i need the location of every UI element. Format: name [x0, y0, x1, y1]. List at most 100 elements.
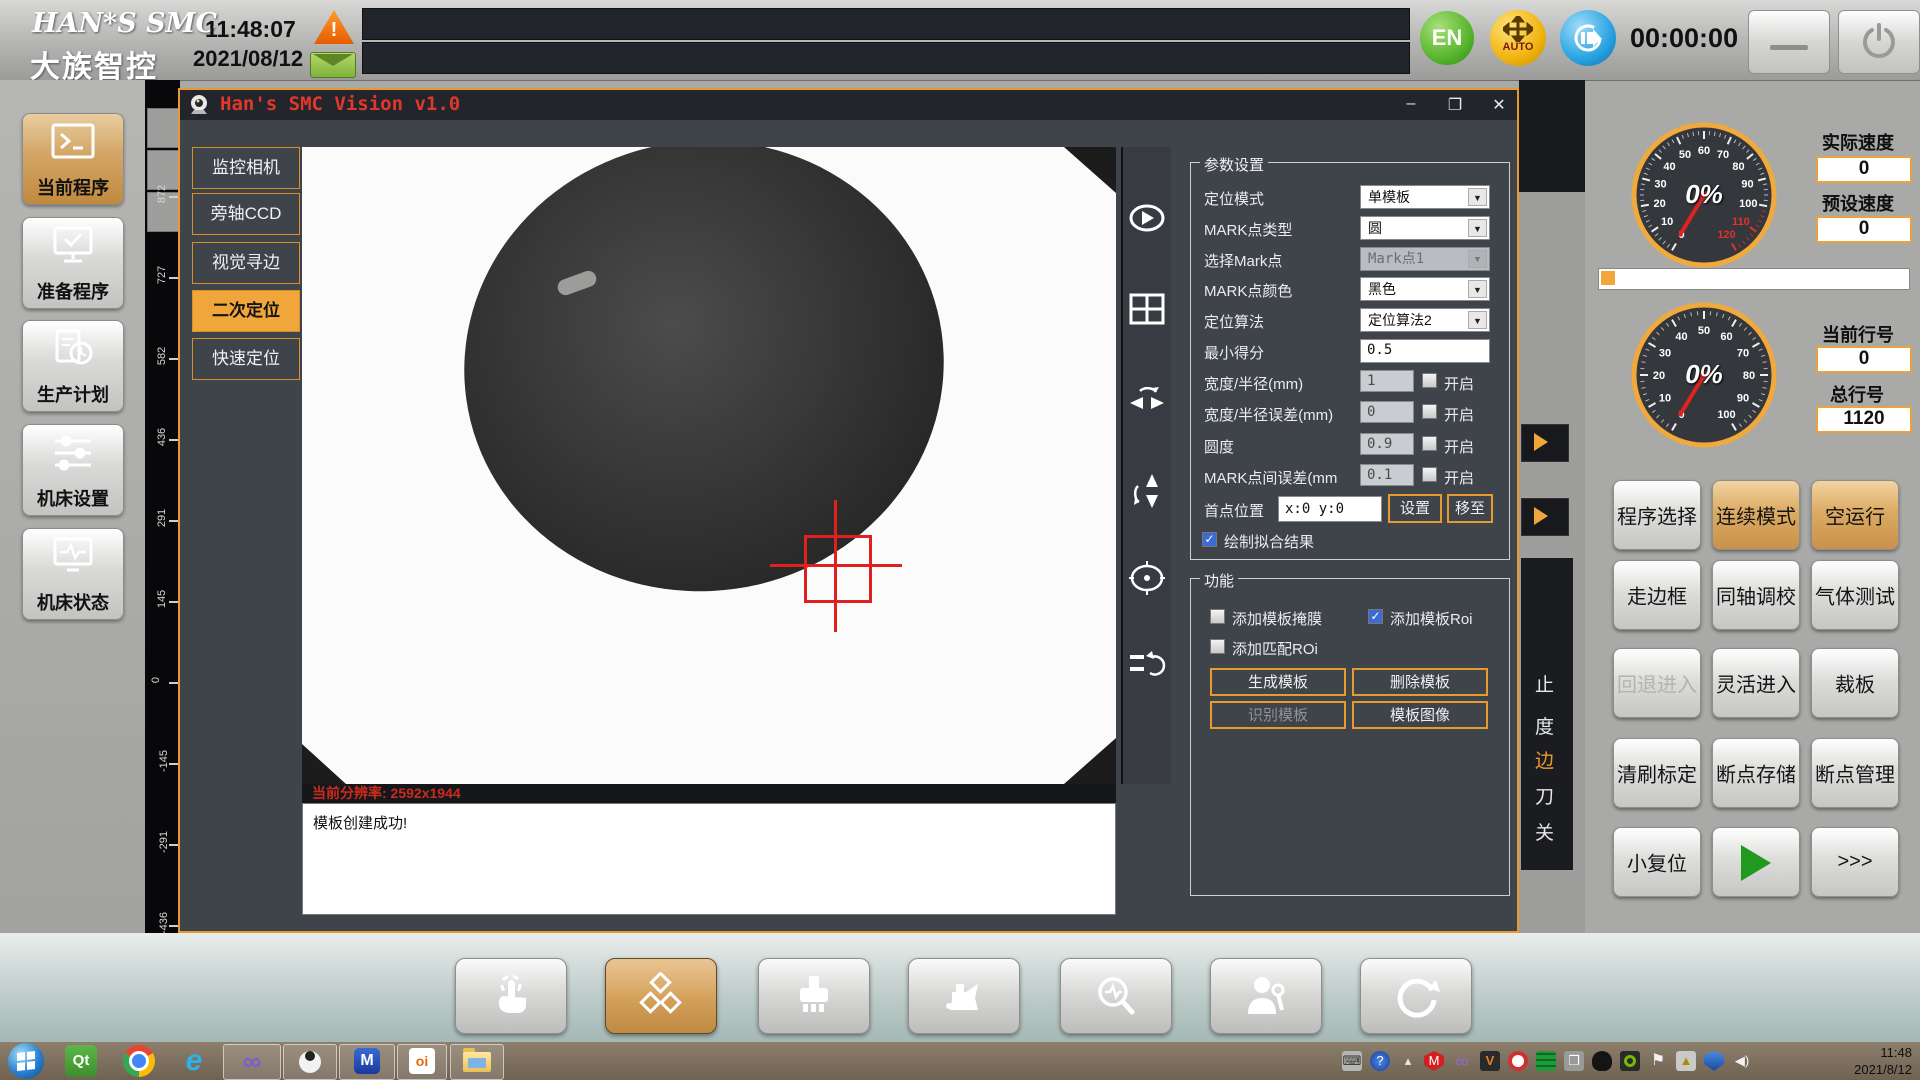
set-first-point-button[interactable]: 设置	[1388, 494, 1442, 523]
positioning-algorithm-dropdown[interactable]: 定位算法2 ▼	[1360, 308, 1490, 332]
blue-app-icon: M	[354, 1048, 380, 1074]
flip-horizontal-icon[interactable]	[1128, 379, 1166, 417]
delete-template-button[interactable]: 删除模板	[1352, 668, 1488, 696]
sidebar-item-production-plan[interactable]: 生产计划	[22, 320, 124, 412]
tray-antivirus-icon[interactable]: M	[1424, 1051, 1444, 1071]
tab-secondary-positioning[interactable]: 二次定位	[192, 290, 300, 332]
tray-network-grid-icon[interactable]	[1536, 1051, 1556, 1071]
tray-flag-icon[interactable]: ⚑	[1648, 1051, 1668, 1071]
start-button[interactable]	[8, 1043, 44, 1079]
breakpoint-manage-button[interactable]: 断点管理	[1811, 738, 1899, 808]
taskbar-app-blue[interactable]: M	[339, 1044, 395, 1080]
auto-mode-button[interactable]: AUTO	[1490, 10, 1546, 66]
tray-gpu-icon[interactable]	[1620, 1051, 1640, 1071]
tray-help-icon[interactable]: ?	[1370, 1051, 1390, 1071]
power-button[interactable]	[1838, 10, 1920, 74]
message-envelope-icon[interactable]	[310, 52, 356, 78]
dialog-title-bar[interactable]: Han's SMC Vision v1.0 – ❐ ✕	[180, 90, 1517, 120]
move-to-button[interactable]: 移至	[1447, 494, 1493, 523]
sidebar-item-prepare-program[interactable]: 准备程序	[22, 217, 124, 309]
taskbar-app-explorer[interactable]	[450, 1044, 504, 1080]
taskbar-app-webcam[interactable]	[283, 1044, 337, 1080]
flip-vertical-icon[interactable]	[1128, 472, 1166, 510]
tray-overflow-icon[interactable]: ▴	[1398, 1051, 1418, 1071]
small-reset-button[interactable]: 小复位	[1613, 827, 1701, 897]
windows-taskbar: Qt e ∞ M oi ⌨ ? ▴ M ∞ V ❒ ⚑ ▲ ◀) 11:48 2…	[0, 1042, 1920, 1080]
breakpoint-save-button[interactable]: 断点存储	[1712, 738, 1800, 808]
width-radius-enable-checkbox[interactable]	[1422, 373, 1437, 388]
camera-image-view[interactable]	[302, 147, 1116, 784]
tab-vision-edge-finding[interactable]: 视觉寻边	[192, 242, 300, 284]
tray-v-app-icon[interactable]: V	[1480, 1051, 1500, 1071]
add-template-mask-checkbox[interactable]	[1210, 609, 1225, 624]
sidebar-item-current-program[interactable]: 当前程序	[22, 113, 124, 205]
split-grid-icon[interactable]	[1128, 290, 1166, 328]
start-run-button[interactable]	[1712, 827, 1800, 897]
tray-keyboard-icon[interactable]: ⌨	[1342, 1051, 1362, 1071]
width-radius-error-enable-checkbox[interactable]	[1422, 404, 1437, 419]
internet-explorer-icon[interactable]: e	[178, 1045, 210, 1077]
tab-fast-positioning[interactable]: 快速定位	[192, 338, 300, 380]
tray-bird-icon[interactable]	[1592, 1051, 1612, 1071]
camera-play-icon[interactable]	[1128, 199, 1166, 237]
tray-windows-copy-icon[interactable]: ❒	[1564, 1051, 1584, 1071]
sidebar-item-machine-settings[interactable]: 机床设置	[22, 424, 124, 516]
taskbar-app-visual-studio[interactable]: ∞	[223, 1044, 281, 1080]
coaxial-align-button[interactable]: 同轴调校	[1712, 560, 1800, 630]
dock-diagnostics-button[interactable]	[1060, 958, 1172, 1034]
program-select-button[interactable]: 程序选择	[1613, 480, 1701, 550]
tray-shield-icon[interactable]	[1704, 1051, 1724, 1071]
taskbar-app-oi[interactable]: oi	[397, 1044, 447, 1080]
dock-touch-button[interactable]	[455, 958, 567, 1034]
add-template-roi-checkbox[interactable]: ✓	[1368, 609, 1383, 624]
frame-trace-button[interactable]: 走边框	[1613, 560, 1701, 630]
cycle-pause-button[interactable]	[1560, 10, 1616, 66]
more-button[interactable]: >>>	[1811, 827, 1899, 897]
reset-view-icon[interactable]	[1128, 645, 1166, 683]
dock-program-blocks-button[interactable]	[605, 958, 717, 1034]
roundness-enable-checkbox[interactable]	[1422, 436, 1437, 451]
dock-operator-tools-button[interactable]	[1210, 958, 1322, 1034]
tab-monitor-camera[interactable]: 监控相机	[192, 147, 300, 189]
tray-volume-icon[interactable]: ◀)	[1732, 1051, 1752, 1071]
dialog-maximize-button[interactable]: ❐	[1442, 95, 1468, 115]
template-image-button[interactable]: 模板图像	[1352, 701, 1488, 729]
gas-test-button[interactable]: 气体测试	[1811, 560, 1899, 630]
brush-calibration-button[interactable]: 清刷标定	[1613, 738, 1701, 808]
tray-record-icon[interactable]	[1508, 1051, 1528, 1071]
dock-clean-brush-button[interactable]	[758, 958, 870, 1034]
dock-lubrication-button[interactable]	[908, 958, 1020, 1034]
dry-run-button[interactable]: 空运行	[1811, 480, 1899, 550]
terminal-icon	[51, 123, 95, 159]
language-toggle-button[interactable]: EN	[1420, 11, 1474, 65]
dock-reset-button[interactable]	[1360, 958, 1472, 1034]
first-point-input[interactable]: x:0 y:0	[1278, 496, 1382, 522]
mark-type-dropdown[interactable]: 圆 ▼	[1360, 216, 1490, 240]
hidden-next-button-2[interactable]	[1521, 498, 1569, 536]
tray-action-center-icon[interactable]: ▲	[1676, 1051, 1696, 1071]
dialog-minimize-button[interactable]: –	[1398, 95, 1424, 113]
minimize-app-button[interactable]	[1748, 10, 1830, 74]
hidden-label-column: 止 度 边 刀 关	[1521, 558, 1573, 870]
flexible-entry-button[interactable]: 灵活进入	[1712, 648, 1800, 718]
speed-gauge-value: 0%	[1685, 179, 1723, 209]
add-match-roi-checkbox[interactable]	[1210, 639, 1225, 654]
min-score-input[interactable]: 0.5	[1360, 339, 1490, 363]
mark-color-dropdown[interactable]: 黑色 ▼	[1360, 277, 1490, 301]
hidden-next-button-1[interactable]	[1521, 424, 1569, 462]
draw-fit-checkbox[interactable]: ✓	[1202, 532, 1217, 547]
cut-board-button[interactable]: 裁板	[1811, 648, 1899, 718]
chrome-icon[interactable]	[123, 1045, 155, 1077]
tray-visual-studio-icon[interactable]: ∞	[1452, 1051, 1472, 1071]
mark-spacing-error-enable-checkbox[interactable]	[1422, 467, 1437, 482]
generate-template-button[interactable]: 生成模板	[1210, 668, 1346, 696]
tray-clock[interactable]: 11:48 2021/8/12	[1790, 1044, 1912, 1078]
positioning-mode-dropdown[interactable]: 单模板 ▼	[1360, 185, 1490, 209]
tab-side-axis-ccd[interactable]: 旁轴CCD	[192, 193, 300, 235]
sidebar-item-machine-status[interactable]: 机床状态	[22, 528, 124, 620]
continuous-mode-button[interactable]: 连续模式	[1712, 480, 1800, 550]
alarm-warning-icon[interactable]: !	[314, 10, 354, 44]
qt-app-icon[interactable]: Qt	[65, 1045, 97, 1077]
dialog-close-button[interactable]: ✕	[1486, 95, 1512, 115]
target-icon[interactable]	[1128, 559, 1166, 597]
